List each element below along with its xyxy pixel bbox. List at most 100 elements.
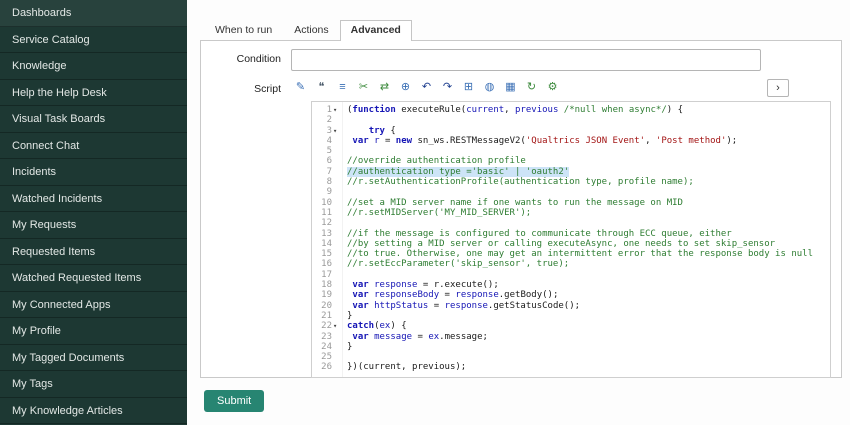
code-line-19[interactable]: var responseBody = response.getBody(); <box>347 290 830 300</box>
line-number: 12 <box>321 218 333 228</box>
code-editor[interactable]: 1▾23▾45678910111213141516171819202122▾23… <box>311 101 831 378</box>
submit-button[interactable]: Submit <box>204 390 264 412</box>
gutter-line-21: 21 <box>312 311 342 321</box>
tab-when-to-run[interactable]: When to run <box>204 20 283 40</box>
fold-spacer <box>333 208 342 218</box>
code-line-8[interactable]: //r.setAuthenticationProfile(authenticat… <box>347 177 830 187</box>
gutter-line-26: 26 <box>312 362 342 372</box>
sidebar-item-my-connected-apps[interactable]: My Connected Apps <box>0 292 187 319</box>
tab-bar: When to runActionsAdvanced <box>204 20 842 40</box>
gutter-line-17: 17 <box>312 270 342 280</box>
code-line-1[interactable]: (function executeRule(current, previous … <box>347 105 830 115</box>
sidebar-item-watched-requested-items[interactable]: Watched Requested Items <box>0 265 187 292</box>
sidebar: DashboardsService CatalogKnowledgeHelp t… <box>0 0 187 425</box>
main-content: When to runActionsAdvanced Condition Scr… <box>187 0 850 425</box>
tab-advanced[interactable]: Advanced <box>340 20 412 41</box>
globe-icon[interactable]: ◍ <box>480 79 499 96</box>
open-window-icon[interactable]: ⊞ <box>459 79 478 96</box>
code-line-4[interactable]: var r = new sn_ws.RESTMessageV2('Qualtri… <box>347 136 830 146</box>
gutter-line-23: 23 <box>312 332 342 342</box>
line-number: 14 <box>321 239 333 249</box>
sidebar-item-dashboards[interactable]: Dashboards <box>0 0 187 27</box>
code-line-24[interactable]: } <box>347 342 830 352</box>
code-line-9[interactable] <box>347 187 830 197</box>
sidebar-item-requested-items[interactable]: Requested Items <box>0 239 187 266</box>
line-number: 16 <box>321 259 333 269</box>
fold-spacer <box>333 301 342 311</box>
sidebar-item-my-profile[interactable]: My Profile <box>0 318 187 345</box>
sidebar-item-service-catalog[interactable]: Service Catalog <box>0 27 187 54</box>
line-number: 10 <box>321 198 333 208</box>
fold-spacer <box>333 259 342 269</box>
redo-icon[interactable]: ↷ <box>438 79 457 96</box>
tab-actions[interactable]: Actions <box>283 20 339 40</box>
sidebar-item-visual-task-boards[interactable]: Visual Task Boards <box>0 106 187 133</box>
expand-editor-button[interactable]: › <box>767 79 789 97</box>
refresh-icon[interactable]: ↻ <box>522 79 541 96</box>
line-number: 24 <box>321 342 333 352</box>
code-line-6[interactable]: //override authentication profile <box>347 156 830 166</box>
gutter-line-6: 6 <box>312 156 342 166</box>
fold-toggle-icon[interactable]: ▾ <box>333 105 342 115</box>
sidebar-item-my-requests[interactable]: My Requests <box>0 212 187 239</box>
fold-spacer <box>333 218 342 228</box>
gutter-line-2: 2 <box>312 115 342 125</box>
code-line-26[interactable]: })(current, previous); <box>347 362 830 372</box>
fold-spacer <box>333 249 342 259</box>
script-row: Script ✎❝≡✂⇄⊕↶↷⊞◍▦↻⚙ › 1▾23▾456789101112… <box>211 79 831 378</box>
toolbar-icons: ✎❝≡✂⇄⊕↶↷⊞◍▦↻⚙ <box>291 79 831 96</box>
code-line-15[interactable]: //to true. Otherwise, one may get an int… <box>347 249 830 259</box>
code-line-14[interactable]: //by setting a MID server or calling exe… <box>347 239 830 249</box>
script-label: Script <box>211 79 291 378</box>
code-line-21[interactable]: } <box>347 311 830 321</box>
code-line-20[interactable]: var httpStatus = response.getStatusCode(… <box>347 301 830 311</box>
condition-input[interactable] <box>291 49 761 71</box>
code-line-17[interactable] <box>347 270 830 280</box>
code-line-12[interactable] <box>347 218 830 228</box>
undo-icon[interactable]: ↶ <box>417 79 436 96</box>
gutter-line-8: 8 <box>312 177 342 187</box>
fold-toggle-icon[interactable]: ▾ <box>333 126 342 136</box>
code-line-3[interactable]: try { <box>347 126 830 136</box>
code-line-25[interactable] <box>347 352 830 362</box>
code-line-13[interactable]: //if the message is configured to commun… <box>347 229 830 239</box>
save-icon[interactable]: ▦ <box>501 79 520 96</box>
cut-lines-icon[interactable]: ✂ <box>354 79 373 96</box>
fold-spacer <box>333 239 342 249</box>
search-icon[interactable]: ⊕ <box>396 79 415 96</box>
gutter-line-9: 9 <box>312 187 342 197</box>
script-toolbar: ✎❝≡✂⇄⊕↶↷⊞◍▦↻⚙ › <box>291 79 831 99</box>
format-code-icon[interactable]: ✎ <box>291 79 310 96</box>
gutter-line-24: 24 <box>312 342 342 352</box>
line-number: 17 <box>321 270 333 280</box>
gutter-line-25: 25 <box>312 352 342 362</box>
comment-toggle-icon[interactable]: ❝ <box>312 79 331 96</box>
sidebar-item-watched-incidents[interactable]: Watched Incidents <box>0 186 187 213</box>
code-line-2[interactable] <box>347 115 830 125</box>
wrap-lines-icon[interactable]: ≡ <box>333 79 352 96</box>
sidebar-item-my-tags[interactable]: My Tags <box>0 371 187 398</box>
code-line-18[interactable]: var response = r.execute(); <box>347 280 830 290</box>
sidebar-item-incidents[interactable]: Incidents <box>0 159 187 186</box>
code-line-11[interactable]: //r.setMIDServer('MY_MID_SERVER'); <box>347 208 830 218</box>
advanced-tab-panel: Condition Script ✎❝≡✂⇄⊕↶↷⊞◍▦↻⚙ › 1▾23▾45… <box>200 40 842 378</box>
fold-spacer <box>333 177 342 187</box>
code-line-7[interactable]: //authentication type ='basic' | 'oauth2… <box>347 167 830 177</box>
gutter-line-11: 11 <box>312 208 342 218</box>
sidebar-item-connect-chat[interactable]: Connect Chat <box>0 133 187 160</box>
fold-spacer <box>333 352 342 362</box>
sidebar-item-knowledge[interactable]: Knowledge <box>0 53 187 80</box>
sidebar-item-my-tagged-documents[interactable]: My Tagged Documents <box>0 345 187 372</box>
fold-spacer <box>333 229 342 239</box>
code-line-23[interactable]: var message = ex.message; <box>347 332 830 342</box>
code-line-5[interactable] <box>347 146 830 156</box>
sidebar-item-help-the-help-desk[interactable]: Help the Help Desk <box>0 80 187 107</box>
replace-icon[interactable]: ⇄ <box>375 79 394 96</box>
settings-gear-icon[interactable]: ⚙ <box>543 79 562 96</box>
code-line-22[interactable]: catch(ex) { <box>347 321 830 331</box>
code-line-10[interactable]: //set a MID server name if one wants to … <box>347 198 830 208</box>
code-line-16[interactable]: //r.setEccParameter('skip_sensor', true)… <box>347 259 830 269</box>
condition-row: Condition <box>211 49 831 71</box>
sidebar-item-my-knowledge-articles[interactable]: My Knowledge Articles <box>0 398 187 425</box>
fold-toggle-icon[interactable]: ▾ <box>333 321 342 331</box>
